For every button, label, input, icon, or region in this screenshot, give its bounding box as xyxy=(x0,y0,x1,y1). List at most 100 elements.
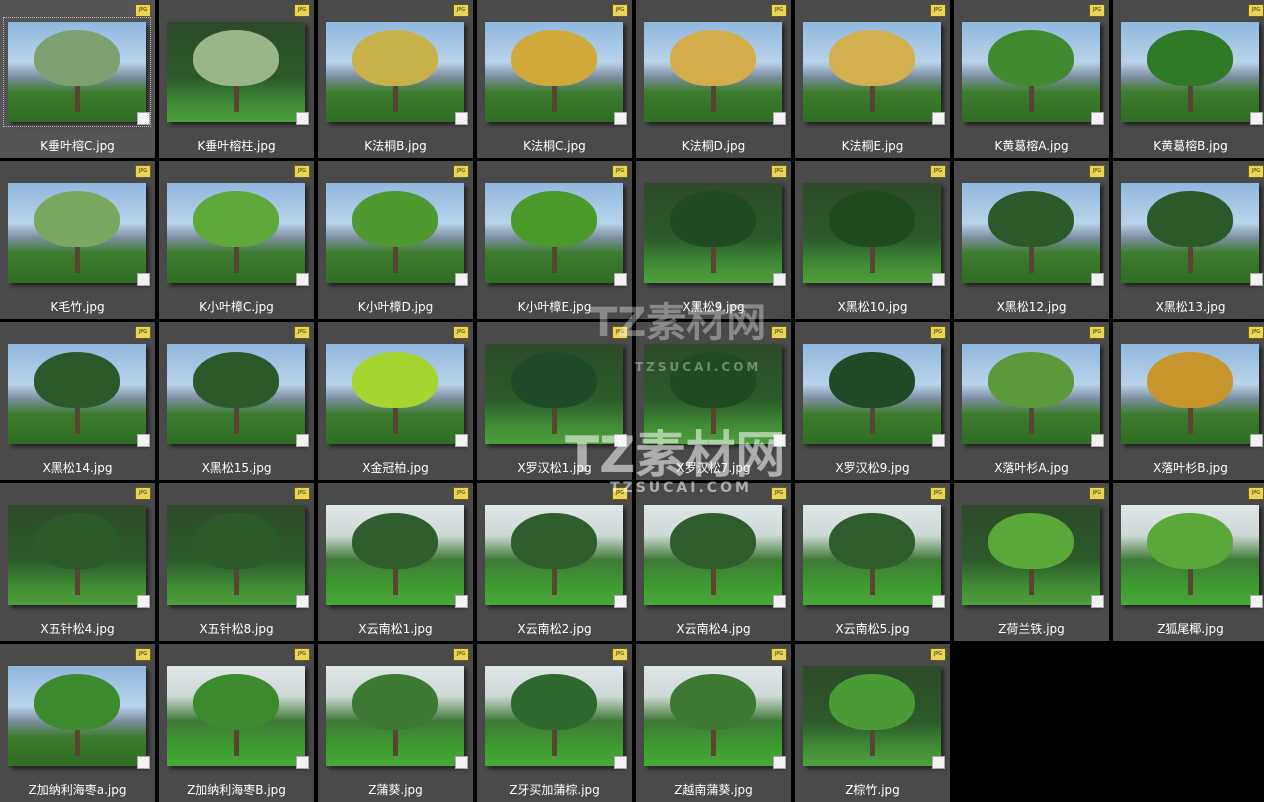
thumbnail-image xyxy=(485,183,623,283)
select-checkbox[interactable] xyxy=(296,434,309,447)
select-checkbox[interactable] xyxy=(1250,112,1263,125)
select-checkbox[interactable] xyxy=(614,273,627,286)
file-thumbnail[interactable]: JPG X黑松9.jpg xyxy=(636,161,791,319)
select-checkbox[interactable] xyxy=(1250,595,1263,608)
file-thumbnail[interactable]: JPG Z越南蒲葵.jpg xyxy=(636,644,791,802)
jpg-file-icon: JPG xyxy=(771,4,787,17)
thumbnail-image xyxy=(1121,22,1259,122)
file-thumbnail[interactable]: JPG X黑松14.jpg xyxy=(0,322,155,480)
file-thumbnail[interactable]: JPG X落叶杉B.jpg xyxy=(1113,322,1264,480)
select-checkbox[interactable] xyxy=(296,595,309,608)
select-checkbox[interactable] xyxy=(296,112,309,125)
select-checkbox[interactable] xyxy=(455,112,468,125)
file-thumbnail[interactable]: JPG X黑松10.jpg xyxy=(795,161,950,319)
file-thumbnail[interactable]: JPG Z牙买加蒲棕.jpg xyxy=(477,644,632,802)
file-thumbnail[interactable]: JPG K法桐D.jpg xyxy=(636,0,791,158)
jpg-file-icon: JPG xyxy=(135,326,151,339)
select-checkbox[interactable] xyxy=(455,273,468,286)
tree-foliage xyxy=(511,513,597,569)
select-checkbox[interactable] xyxy=(932,112,945,125)
select-checkbox[interactable] xyxy=(932,273,945,286)
file-thumbnail[interactable]: JPG K毛竹.jpg xyxy=(0,161,155,319)
select-checkbox[interactable] xyxy=(455,756,468,769)
select-checkbox[interactable] xyxy=(137,434,150,447)
jpg-file-icon: JPG xyxy=(612,4,628,17)
file-thumbnail[interactable]: JPG K垂叶榕柱.jpg xyxy=(159,0,314,158)
select-checkbox[interactable] xyxy=(296,273,309,286)
file-thumbnail[interactable]: JPG X黑松12.jpg xyxy=(954,161,1109,319)
file-name-label: X落叶杉B.jpg xyxy=(1153,461,1228,475)
tree-foliage xyxy=(34,30,120,86)
select-checkbox[interactable] xyxy=(932,595,945,608)
tree-foliage xyxy=(670,352,756,408)
file-thumbnail[interactable]: JPG X罗汉松7.jpg xyxy=(636,322,791,480)
file-thumbnail[interactable]: JPG X金冠柏.jpg xyxy=(318,322,473,480)
file-thumbnail[interactable]: JPG K小叶樟C.jpg xyxy=(159,161,314,319)
select-checkbox[interactable] xyxy=(932,434,945,447)
select-checkbox[interactable] xyxy=(614,434,627,447)
select-checkbox[interactable] xyxy=(1091,112,1104,125)
file-thumbnail[interactable]: JPG K法桐C.jpg xyxy=(477,0,632,158)
file-thumbnail[interactable]: JPG K法桐B.jpg xyxy=(318,0,473,158)
select-checkbox[interactable] xyxy=(137,112,150,125)
file-name-label: X黑松10.jpg xyxy=(837,300,908,314)
file-thumbnail[interactable]: JPG X黑松15.jpg xyxy=(159,322,314,480)
file-thumbnail[interactable]: JPG X落叶杉A.jpg xyxy=(954,322,1109,480)
file-name-label: X黑松13.jpg xyxy=(1155,300,1226,314)
file-thumbnail[interactable]: JPG K垂叶榕C.jpg xyxy=(0,0,155,158)
select-checkbox[interactable] xyxy=(773,756,786,769)
file-thumbnail[interactable]: JPG Z加纳利海枣a.jpg xyxy=(0,644,155,802)
tree-foliage xyxy=(34,513,120,569)
jpg-file-icon: JPG xyxy=(612,648,628,661)
file-thumbnail[interactable]: JPG K黄葛榕A.jpg xyxy=(954,0,1109,158)
file-thumbnail[interactable]: JPG X罗汉松1.jpg xyxy=(477,322,632,480)
file-thumbnail[interactable]: JPG Z加纳利海枣B.jpg xyxy=(159,644,314,802)
select-checkbox[interactable] xyxy=(1091,434,1104,447)
file-name-label: K法桐E.jpg xyxy=(841,139,904,153)
select-checkbox[interactable] xyxy=(1250,434,1263,447)
file-thumbnail[interactable]: JPG X黑松13.jpg xyxy=(1113,161,1264,319)
file-thumbnail[interactable]: JPG Z荷兰铁.jpg xyxy=(954,483,1109,641)
file-thumbnail[interactable]: JPG X云南松2.jpg xyxy=(477,483,632,641)
select-checkbox[interactable] xyxy=(137,595,150,608)
file-thumbnail[interactable]: JPG K小叶樟E.jpg xyxy=(477,161,632,319)
file-name-label: K小叶樟C.jpg xyxy=(199,300,274,314)
file-thumbnail[interactable]: JPG X云南松4.jpg xyxy=(636,483,791,641)
file-thumbnail[interactable]: JPG X云南松5.jpg xyxy=(795,483,950,641)
select-checkbox[interactable] xyxy=(1091,273,1104,286)
file-thumbnail[interactable]: JPG X五针松8.jpg xyxy=(159,483,314,641)
file-thumbnail[interactable]: JPG Z狐尾椰.jpg xyxy=(1113,483,1264,641)
file-thumbnail[interactable]: JPG X罗汉松9.jpg xyxy=(795,322,950,480)
thumbnail-image xyxy=(8,344,146,444)
select-checkbox[interactable] xyxy=(137,273,150,286)
file-thumbnail[interactable]: JPG K黄葛榕B.jpg xyxy=(1113,0,1264,158)
tree-foliage xyxy=(670,30,756,86)
file-name-label: X黑松15.jpg xyxy=(201,461,272,475)
select-checkbox[interactable] xyxy=(614,595,627,608)
select-checkbox[interactable] xyxy=(296,756,309,769)
select-checkbox[interactable] xyxy=(773,112,786,125)
select-checkbox[interactable] xyxy=(773,434,786,447)
select-checkbox[interactable] xyxy=(1091,595,1104,608)
file-thumbnail[interactable]: JPG X云南松1.jpg xyxy=(318,483,473,641)
select-checkbox[interactable] xyxy=(773,595,786,608)
select-checkbox[interactable] xyxy=(455,434,468,447)
jpg-file-icon: JPG xyxy=(1248,326,1264,339)
file-thumbnail[interactable]: JPG Z棕竹.jpg xyxy=(795,644,950,802)
select-checkbox[interactable] xyxy=(773,273,786,286)
file-thumbnail[interactable]: JPG X五针松4.jpg xyxy=(0,483,155,641)
jpg-file-icon: JPG xyxy=(771,648,787,661)
select-checkbox[interactable] xyxy=(137,756,150,769)
file-thumbnail[interactable]: JPG K小叶樟D.jpg xyxy=(318,161,473,319)
file-thumbnail[interactable]: JPG K法桐E.jpg xyxy=(795,0,950,158)
select-checkbox[interactable] xyxy=(614,112,627,125)
thumbnail-image xyxy=(167,344,305,444)
select-checkbox[interactable] xyxy=(455,595,468,608)
file-thumbnail[interactable]: JPG Z蒲葵.jpg xyxy=(318,644,473,802)
file-name-label: K毛竹.jpg xyxy=(50,300,105,314)
select-checkbox[interactable] xyxy=(1250,273,1263,286)
select-checkbox[interactable] xyxy=(614,756,627,769)
jpg-file-icon: JPG xyxy=(612,326,628,339)
file-name-label: X五针松4.jpg xyxy=(40,622,115,636)
select-checkbox[interactable] xyxy=(932,756,945,769)
